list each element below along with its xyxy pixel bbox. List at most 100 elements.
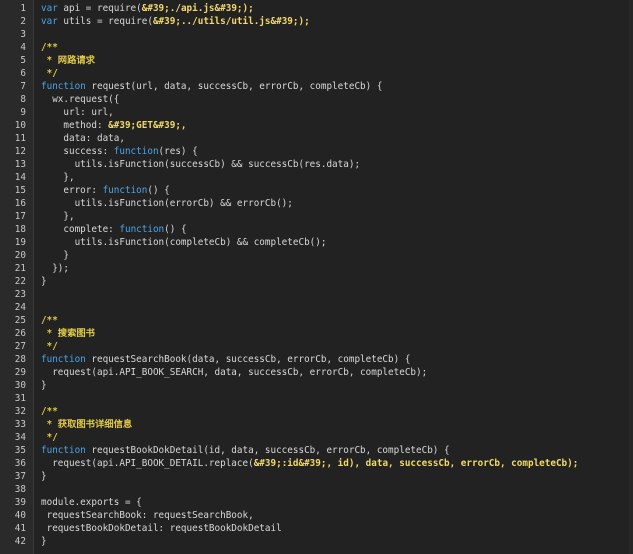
code-line[interactable]: 38 xyxy=(0,483,633,496)
line-text: wx.request({ xyxy=(41,93,119,106)
code-line[interactable]: 6 */ xyxy=(0,67,633,80)
line-text: complete: function() { xyxy=(41,223,186,236)
line-text: }); xyxy=(41,262,69,275)
code-line[interactable]: 19 utils.isFunction(completeCb) && compl… xyxy=(0,236,633,249)
line-text: }, xyxy=(41,210,75,223)
code-token-string: &#39;GET&#39;, xyxy=(108,120,187,131)
code-line[interactable]: 31 xyxy=(0,392,633,405)
vertical-scrollbar[interactable] xyxy=(629,0,633,554)
code-line[interactable]: 4 /** xyxy=(0,41,633,54)
code-line[interactable]: 33 * 获取图书详细信息 xyxy=(0,418,633,431)
code-line[interactable]: 3 xyxy=(0,28,633,41)
code-line[interactable]: 35 function requestBookDokDetail(id, data… xyxy=(0,444,633,457)
line-number: 30 xyxy=(14,380,26,391)
line-number: 24 xyxy=(14,302,26,313)
code-line[interactable]: 7 function request(url, data, successCb, … xyxy=(0,80,633,93)
code-line[interactable]: 1 var api = require(&#39;./api.js&#39;); xyxy=(0,2,633,15)
code-token-plain: } xyxy=(41,250,69,261)
line-number: 4 xyxy=(20,42,26,53)
line-text: requestBookDokDetail: requestBookDokDeta… xyxy=(41,522,282,535)
code-token-keyword: function xyxy=(41,445,86,456)
line-number: 41 xyxy=(14,523,26,534)
code-token-keyword: function xyxy=(102,185,148,196)
code-token-comment-bold: /** xyxy=(41,315,58,326)
code-line[interactable]: 32 /** xyxy=(0,405,633,418)
code-line[interactable]: 14 }, xyxy=(0,171,633,184)
code-editor[interactable]: 1 var api = require(&#39;./api.js&#39;); 2… xyxy=(0,0,633,554)
line-number: 9 xyxy=(20,107,26,118)
code-line[interactable]: 9 url: url, xyxy=(0,106,633,119)
line-text: requestSearchBook: requestSearchBook, xyxy=(41,509,254,522)
code-token-plain: url: url, xyxy=(41,107,114,118)
line-text: var utils = require(&#39;../utils/util.j… xyxy=(41,15,310,28)
code-line[interactable]: 23 xyxy=(0,288,633,301)
line-number: 39 xyxy=(14,497,26,508)
code-line[interactable]: 30} xyxy=(0,379,633,392)
line-number: 29 xyxy=(14,367,26,378)
code-token-plain: utils.isFunction(completeCb) && complete… xyxy=(41,237,327,248)
code-token-plain: }, xyxy=(41,211,75,222)
code-line[interactable]: 2 var utils = require(&#39;../utils/util.… xyxy=(0,15,633,28)
line-number: 26 xyxy=(14,328,26,339)
line-number: 16 xyxy=(14,198,26,209)
code-line[interactable]: 40 requestSearchBook: requestSearchBook, xyxy=(0,509,633,522)
code-line[interactable]: 12 success: function(res) { xyxy=(0,145,633,158)
code-token-plain: }, xyxy=(41,172,75,183)
code-line[interactable]: 36 request(api.API_BOOK_DETAIL.replace(&… xyxy=(0,457,633,470)
code-line[interactable]: 21 }); xyxy=(0,262,633,275)
code-line[interactable]: 27 */ xyxy=(0,340,633,353)
line-text: /** xyxy=(41,405,58,418)
code-token-string: &#39;../utils/util.js&#39;); xyxy=(152,16,310,27)
code-line[interactable]: 37} xyxy=(0,470,633,483)
code-line[interactable]: 18 complete: function() { xyxy=(0,223,633,236)
code-token-plain: (res) { xyxy=(158,146,198,157)
code-line[interactable]: 34 */ xyxy=(0,431,633,444)
line-text: }, xyxy=(41,171,75,184)
code-line[interactable]: 29 request(api.API_BOOK_SEARCH, data, su… xyxy=(0,366,633,379)
code-token-plain: } xyxy=(41,471,47,482)
code-line[interactable]: 26 * 搜索图书 xyxy=(0,327,633,340)
line-number: 32 xyxy=(14,406,26,417)
line-text: request(api.API_BOOK_DETAIL.replace(&#39… xyxy=(41,457,578,470)
code-line[interactable]: 16 utils.isFunction(errorCb) && errorCb(… xyxy=(0,197,633,210)
code-token-plain: request(url, data, successCb, errorCb, c… xyxy=(85,81,383,92)
code-token-plain: utils = require( xyxy=(57,16,153,27)
line-number: 11 xyxy=(14,133,26,144)
code-line[interactable]: 41 requestBookDokDetail: requestBookDokD… xyxy=(0,522,633,535)
code-token-keyword: function xyxy=(113,146,159,157)
line-text: var api = require(&#39;./api.js&#39;); xyxy=(41,2,254,15)
code-line[interactable]: 8 wx.request({ xyxy=(0,93,633,106)
code-token-plain: complete: xyxy=(41,224,120,235)
code-line[interactable]: 15 error: function() { xyxy=(0,184,633,197)
code-line[interactable]: 13 utils.isFunction(successCb) && succes… xyxy=(0,158,633,171)
line-number: 42 xyxy=(14,536,26,547)
code-token-plain: utils.isFunction(successCb) && successCb… xyxy=(41,159,361,170)
code-line[interactable]: 17 }, xyxy=(0,210,633,223)
code-line[interactable]: 25 /** xyxy=(0,314,633,327)
line-number: 7 xyxy=(20,81,26,92)
code-line[interactable]: 24 xyxy=(0,301,633,314)
line-number: 21 xyxy=(14,263,26,274)
line-number: 13 xyxy=(14,159,26,170)
code-token-keyword: function xyxy=(41,354,86,365)
line-number: 12 xyxy=(14,146,26,157)
code-line[interactable]: 11 data: data, xyxy=(0,132,633,145)
code-token-string: &#39;:id&#39;, id), data, successCb, err… xyxy=(253,458,579,469)
code-line[interactable]: 28 function requestSearchBook(data, succe… xyxy=(0,353,633,366)
line-text: url: url, xyxy=(41,106,114,119)
code-line[interactable]: 5 * 网路请求 xyxy=(0,54,633,67)
code-line[interactable]: 20 } xyxy=(0,249,633,262)
code-area[interactable]: 1 var api = require(&#39;./api.js&#39;); 2… xyxy=(0,2,633,548)
line-number: 18 xyxy=(14,224,26,235)
line-text: */ xyxy=(41,340,58,353)
line-text: } xyxy=(41,275,47,288)
line-text: function requestBookDokDetail(id, data, … xyxy=(41,444,450,457)
code-line[interactable]: 22} xyxy=(0,275,633,288)
code-token-plain: request(api.API_BOOK_DETAIL.replace( xyxy=(41,458,254,469)
code-line[interactable]: 10 method: &#39;GET&#39;, xyxy=(0,119,633,132)
line-text: } xyxy=(41,535,47,548)
code-line[interactable]: 39 module.exports = { xyxy=(0,496,633,509)
code-token-plain: } xyxy=(41,276,47,287)
code-token-plain: module.exports = { xyxy=(41,497,142,508)
code-line[interactable]: 42} xyxy=(0,535,633,548)
